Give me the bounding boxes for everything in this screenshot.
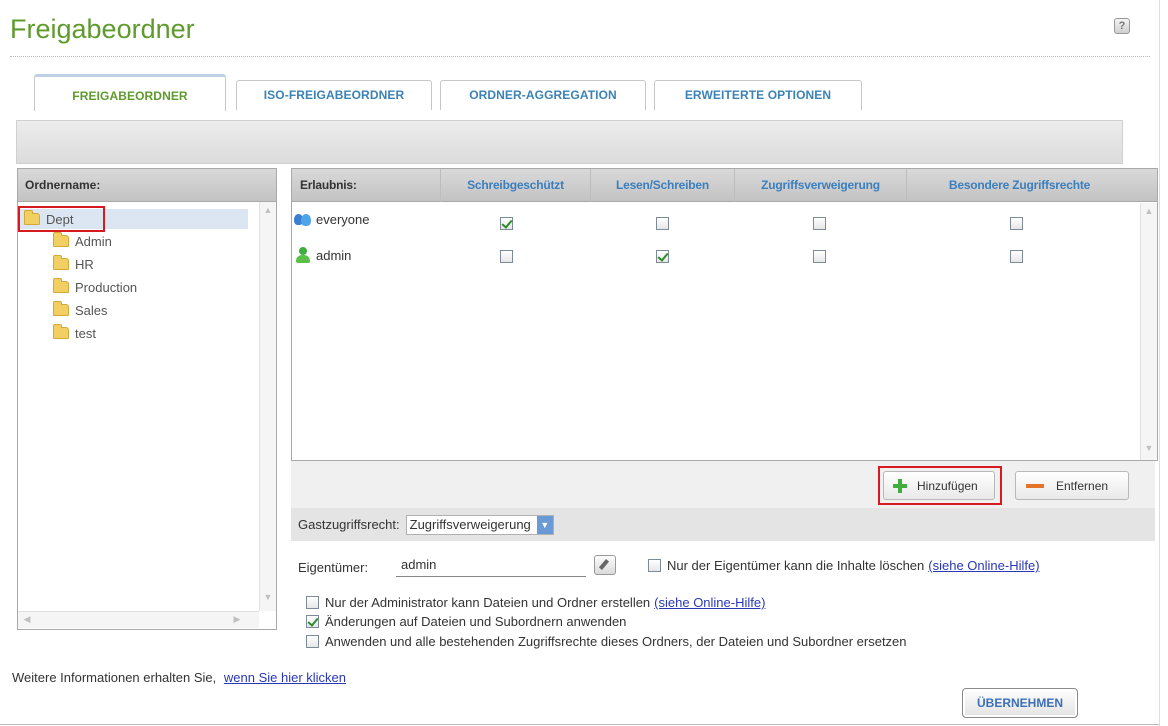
scroll-up-icon[interactable]: ▲ <box>1144 206 1154 216</box>
scroll-left-icon[interactable]: ◀ <box>22 614 32 625</box>
column-lesen-schreiben: Lesen/Schreiben <box>590 169 734 202</box>
folder-icon <box>53 301 69 316</box>
remove-button-label: Entfernen <box>1056 478 1109 493</box>
owner-field[interactable]: admin <box>396 557 586 577</box>
toolbar-strip <box>16 120 1123 164</box>
remove-button[interactable]: Entfernen <box>1015 471 1129 500</box>
column-besondere-zugriffsrechte: Besondere Zugriffsrechte <box>906 169 1132 202</box>
checkbox-admin-schreibgeschuetzt[interactable] <box>500 250 513 263</box>
option-admin-create[interactable]: Nur der Administrator kann Dateien und O… <box>306 595 765 610</box>
online-help-link[interactable]: (siehe Online-Hilfe) <box>654 595 765 610</box>
permission-user-name: everyone <box>316 211 370 227</box>
tab-ordner-aggregation[interactable]: ORDNER-AGGREGATION <box>440 80 646 110</box>
checkbox-everyone-besondere[interactable] <box>1010 217 1023 230</box>
scroll-down-icon[interactable]: ▼ <box>1144 443 1154 453</box>
folder-tree: Ordnername: Dept Admin HR Production Sal… <box>17 168 277 630</box>
bottom-border <box>0 724 1160 725</box>
minus-icon <box>1026 483 1044 488</box>
folder-icon <box>53 324 69 339</box>
column-zugriffsverweigerung: Zugriffsverweigerung <box>734 169 906 202</box>
right-border <box>1159 0 1160 726</box>
page-title: Freigabeordner <box>10 14 195 44</box>
option-replace-permissions[interactable]: Anwenden und alle bestehenden Zugriffsre… <box>306 634 907 649</box>
tree-horizontal-scrollbar[interactable]: ◀ ▶ <box>18 611 259 628</box>
folder-icon <box>53 232 69 247</box>
option-label: Nur der Administrator kann Dateien und O… <box>325 595 651 610</box>
tree-item-label: Sales <box>75 302 108 318</box>
tree-item-hr[interactable]: HR <box>53 254 94 274</box>
tab-erweiterte-optionen[interactable]: ERWEITERTE OPTIONEN <box>654 80 862 110</box>
group-icon <box>294 212 312 227</box>
permission-user-name: admin <box>316 247 352 263</box>
column-schreibgeschuetzt: Schreibgeschützt <box>440 169 590 202</box>
apply-button[interactable]: ÜBERNEHMEN <box>962 688 1078 718</box>
tree-item-production[interactable]: Production <box>53 277 137 297</box>
permissions-header: Erlaubnis: Schreibgeschützt Lesen/Schrei… <box>292 169 1157 202</box>
guest-access-row: Gastzugriffsrecht: Zugriffsverweigerung … <box>291 508 1155 541</box>
folder-icon <box>53 278 69 293</box>
option-label: Anwenden und alle bestehenden Zugriffsre… <box>325 634 907 649</box>
folder-icon <box>53 255 69 270</box>
folder-tree-header: Ordnername: <box>18 169 276 202</box>
tree-item-label: Admin <box>75 233 112 249</box>
tree-item-label: Production <box>75 279 138 295</box>
owner-label: Eigentümer: <box>298 560 369 575</box>
tree-item-sales[interactable]: Sales <box>53 300 108 320</box>
option-label: Änderungen auf Dateien und Subordnern an… <box>325 614 627 629</box>
folder-tree-body: Dept Admin HR Production Sales test ▲ ▼ <box>18 202 276 628</box>
column-erlaubnis: Erlaubnis: <box>300 178 357 192</box>
option-only-owner-delete[interactable]: Nur der Eigentümer kann die Inhalte lösc… <box>648 558 1040 573</box>
checkbox-everyone-zugriffsverweigerung[interactable] <box>813 217 826 230</box>
info-text: Weitere Informationen erhalten Sie, <box>12 670 217 685</box>
help-icon[interactable]: ? <box>1114 18 1130 34</box>
tab-iso-freigabeordner[interactable]: ISO-FREIGABEORDNER <box>236 80 432 110</box>
online-help-link[interactable]: (siehe Online-Hilfe) <box>928 558 1039 573</box>
chevron-down-icon: ▼ <box>536 515 553 534</box>
tree-item-label: test <box>75 325 96 341</box>
more-info-link[interactable]: wenn Sie hier klicken <box>224 670 346 685</box>
scroll-up-icon[interactable]: ▲ <box>263 205 273 215</box>
tree-item-label: HR <box>75 256 94 272</box>
checkbox-admin-lesen-schreiben[interactable] <box>656 250 669 263</box>
tab-freigabeordner[interactable]: FREIGABEORDNER <box>34 74 226 111</box>
permissions-vertical-scrollbar[interactable]: ▲ ▼ <box>1140 203 1157 460</box>
checkbox-only-owner-delete[interactable] <box>648 559 661 572</box>
highlight-box-dept <box>18 206 105 232</box>
tree-vertical-scrollbar[interactable]: ▲ ▼ <box>259 202 276 611</box>
checkbox-admin-create[interactable] <box>306 596 319 609</box>
scroll-down-icon[interactable]: ▼ <box>263 592 273 602</box>
scroll-right-icon[interactable]: ▶ <box>232 614 242 625</box>
checkbox-replace-permissions[interactable] <box>306 635 319 648</box>
option-label: Nur der Eigentümer kann die Inhalte lösc… <box>667 558 925 573</box>
permission-button-bar: Hinzufügen Entfernen <box>291 461 1155 508</box>
checkbox-everyone-lesen-schreiben[interactable] <box>656 217 669 230</box>
permissions-table: Erlaubnis: Schreibgeschützt Lesen/Schrei… <box>291 168 1158 461</box>
checkbox-everyone-schreibgeschuetzt[interactable] <box>500 217 513 230</box>
title-divider <box>10 56 1150 57</box>
option-apply-changes[interactable]: Änderungen auf Dateien und Subordnern an… <box>306 614 626 629</box>
user-icon <box>296 247 310 263</box>
info-line: Weitere Informationen erhalten Sie, wenn… <box>12 670 346 685</box>
checkbox-admin-zugriffsverweigerung[interactable] <box>813 250 826 263</box>
guest-access-label: Gastzugriffsrecht: <box>298 517 400 532</box>
guest-access-select[interactable]: Zugriffsverweigerung ▼ <box>405 514 554 535</box>
checkbox-admin-besondere[interactable] <box>1010 250 1023 263</box>
tree-item-admin[interactable]: Admin <box>53 231 112 251</box>
edit-owner-icon[interactable] <box>594 555 616 575</box>
permission-row-everyone[interactable]: everyone <box>294 210 369 228</box>
permission-row-admin[interactable]: admin <box>294 246 351 264</box>
highlight-box-add <box>878 466 1002 505</box>
tree-item-test[interactable]: test <box>53 323 96 343</box>
checkbox-apply-changes[interactable] <box>306 615 319 628</box>
guest-access-value: Zugriffsverweigerung <box>409 517 531 532</box>
